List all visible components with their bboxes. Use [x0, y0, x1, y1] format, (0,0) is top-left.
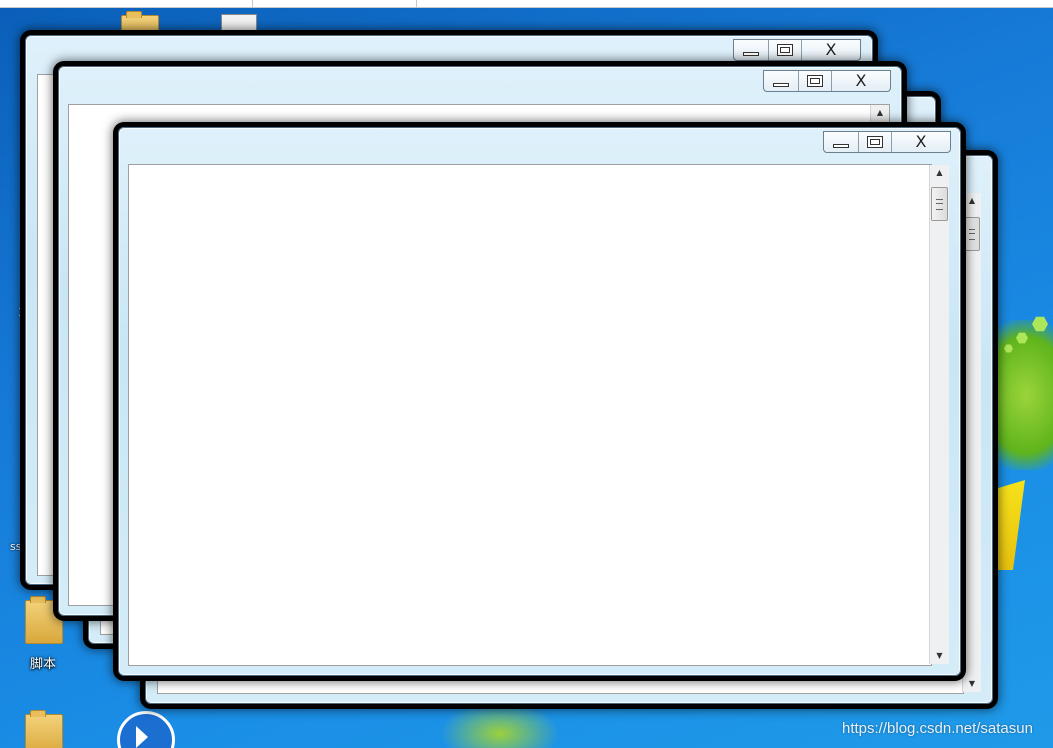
close-button[interactable]: X [832, 71, 890, 91]
close-icon: X [825, 40, 837, 59]
scroll-up-arrow-icon[interactable]: ▲ [871, 105, 889, 121]
close-button[interactable]: X [892, 132, 950, 152]
maximize-button[interactable] [769, 40, 802, 60]
scroll-down-arrow-icon[interactable]: ▼ [963, 676, 981, 692]
desktop: 脚本 3 ss ▲ ▼ X X ▲ X ▲ ▼ https://blog.csd… [0, 0, 1053, 748]
caption-buttons: X [823, 131, 951, 153]
strip-divider [416, 0, 417, 7]
maximize-icon [807, 75, 823, 87]
scroll-thumb[interactable] [931, 187, 948, 221]
desktop-icon-label-fragment: 3 [18, 306, 25, 319]
wallpaper-yellow-shape [995, 480, 1025, 570]
vertical-scrollbar[interactable]: ▲ ▼ [962, 193, 981, 692]
desktop-icon-label-fragment: ss [10, 540, 22, 553]
minimize-icon [833, 144, 849, 148]
caption-buttons: X [733, 39, 861, 61]
watermark-text: https://blog.csdn.net/satasun [842, 720, 1033, 737]
strip-divider [252, 0, 253, 7]
minimize-icon [773, 83, 789, 87]
window-front[interactable]: X ▲ ▼ [118, 127, 961, 676]
maximize-icon [777, 44, 793, 56]
scroll-up-arrow-icon[interactable]: ▲ [930, 165, 949, 181]
minimize-button[interactable] [824, 132, 859, 152]
scroll-thumb[interactable] [964, 217, 980, 251]
minimize-icon [743, 52, 759, 56]
close-icon: X [855, 71, 867, 90]
desktop-folder-icon[interactable] [25, 710, 63, 748]
scroll-down-arrow-icon[interactable]: ▼ [930, 648, 949, 664]
maximize-icon [867, 136, 883, 148]
vertical-scrollbar[interactable]: ▲ ▼ [929, 165, 949, 664]
wallpaper-leaf [440, 700, 560, 748]
top-taskbar-strip [0, 0, 1053, 8]
minimize-button[interactable] [734, 40, 769, 60]
maximize-button[interactable] [859, 132, 892, 152]
maximize-button[interactable] [799, 71, 832, 91]
window-client-area[interactable] [128, 164, 932, 666]
scroll-up-arrow-icon[interactable]: ▲ [963, 193, 981, 209]
close-icon: X [915, 132, 927, 151]
desktop-icon-label: 脚本 [30, 657, 57, 672]
close-button[interactable]: X [802, 40, 860, 60]
caption-buttons: X [763, 70, 891, 92]
minimize-button[interactable] [764, 71, 799, 91]
desktop-app-icon[interactable] [117, 711, 175, 748]
